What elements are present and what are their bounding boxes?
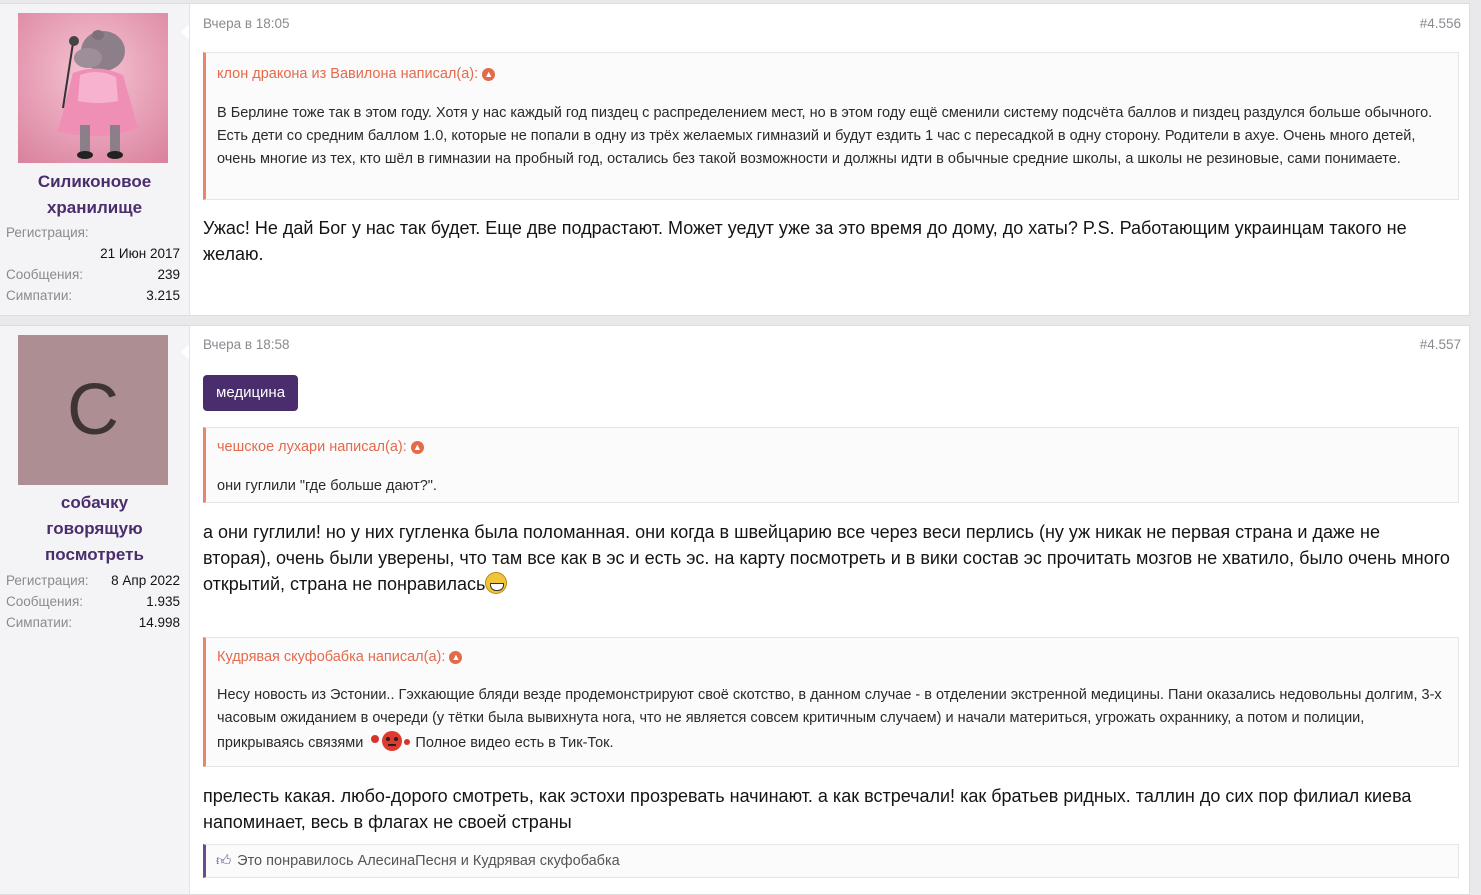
post-message: а они гуглили! но у них гугленка была по… [203, 519, 1451, 597]
post: Силиконовое хранилище Регистрация: 21 Ию… [0, 3, 1470, 316]
thumbs-up-icon: 👍︎ [216, 853, 232, 869]
stat-value: 239 [157, 267, 180, 282]
tag-medicine[interactable]: медицина [203, 375, 299, 411]
post-number[interactable]: #4.556 [1420, 16, 1461, 31]
angry-face-emoji-icon [367, 730, 411, 752]
stat-label: Сообщения: [6, 267, 84, 282]
quote-author[interactable]: Кудрявая скуфобабка написал(а): ▲ [217, 649, 463, 665]
user-arrow [181, 24, 189, 40]
username-line[interactable]: посмотреть [0, 542, 189, 568]
stat-label: Регистрация: [6, 573, 89, 588]
username-line[interactable]: хранилище [0, 195, 189, 221]
username-line[interactable]: собачку [0, 490, 189, 516]
quote-author[interactable]: чешское лухари написал(а): ▲ [217, 439, 424, 455]
quote-author-text[interactable]: Кудрявая скуфобабка написал(а): [217, 649, 445, 665]
arrow-up-icon[interactable]: ▲ [482, 68, 496, 81]
registration-stat: Регистрация: [6, 225, 180, 240]
stat-value: 3.215 [146, 288, 180, 303]
avatar-letter: С [67, 370, 119, 450]
likes-stat: Симпатии: 3.215 [6, 288, 180, 303]
arrow-up-icon[interactable]: ▲ [410, 441, 424, 454]
username-line[interactable]: Силиконовое [0, 169, 189, 195]
post-date[interactable]: Вчера в 18:58 [203, 337, 290, 352]
likes-stat: Симпатии: 14.998 [6, 615, 180, 630]
hippo-avatar-image [18, 13, 168, 163]
quote-author-text[interactable]: клон дракона из Вавилона написал(а): [217, 66, 478, 82]
quote-text: В Берлине тоже так в этом году. Хотя у н… [217, 105, 1433, 167]
post-number[interactable]: #4.557 [1420, 337, 1461, 352]
quote-block: клон дракона из Вавилона написал(а): ▲ В … [203, 52, 1459, 200]
post-message: Ужас! Не дай Бог у нас так будет. Еще дв… [203, 218, 1407, 264]
quote-text-part: Полное видео есть в Тик-Ток. [411, 735, 614, 751]
user-info-column: Силиконовое хранилище Регистрация: 21 Ию… [0, 4, 190, 315]
quote-text: они гуглили "где больше дают?". [217, 478, 437, 494]
stat-label: Регистрация: [6, 225, 89, 240]
avatar[interactable]: С [18, 335, 168, 485]
messages-stat: Сообщения: 239 [6, 267, 180, 282]
grin-emoji-icon [485, 572, 508, 594]
message-text: а они гуглили! но у них гугленка была по… [203, 522, 1450, 594]
quote-text: Несу новость из Эстонии.. Гэхкающие бляд… [217, 684, 1448, 755]
avatar[interactable] [18, 13, 168, 163]
post-date[interactable]: Вчера в 18:05 [203, 16, 290, 31]
stat-value: 1.935 [146, 594, 180, 609]
stat-value: 8 Апр 2022 [111, 573, 180, 588]
stat-value: 21 Июн 2017 [100, 246, 180, 261]
quote-block: чешское лухари написал(а): ▲ они гуглили … [203, 427, 1459, 503]
stat-label: Симпатии: [6, 288, 73, 303]
post-message: прелесть какая. любо-дорого смотреть, ка… [203, 786, 1412, 832]
stat-label: Сообщения: [6, 594, 84, 609]
post: С собачку говорящую посмотреть Регистрац… [0, 325, 1470, 895]
stat-label: Симпатии: [6, 615, 73, 630]
user-arrow [181, 344, 189, 360]
likes-text[interactable]: Это понравилось АлесинаПесня и Кудрявая … [237, 853, 620, 869]
messages-stat: Сообщения: 1.935 [6, 594, 180, 609]
quote-block: Кудрявая скуфобабка написал(а): ▲ Несу но… [203, 637, 1459, 767]
quote-author[interactable]: клон дракона из Вавилона написал(а): ▲ [217, 66, 496, 82]
user-info-column: С собачку говорящую посмотреть Регистрац… [0, 326, 190, 894]
likes-bar[interactable]: 👍︎ Это понравилось АлесинаПесня и Кудрява… [203, 844, 1459, 878]
arrow-up-icon[interactable]: ▲ [449, 651, 463, 664]
username-line[interactable]: говорящую [0, 516, 189, 542]
quote-author-text[interactable]: чешское лухари написал(а): [217, 439, 407, 455]
stat-value: 14.998 [138, 615, 180, 630]
registration-stat: Регистрация: 8 Апр 2022 [6, 573, 180, 588]
